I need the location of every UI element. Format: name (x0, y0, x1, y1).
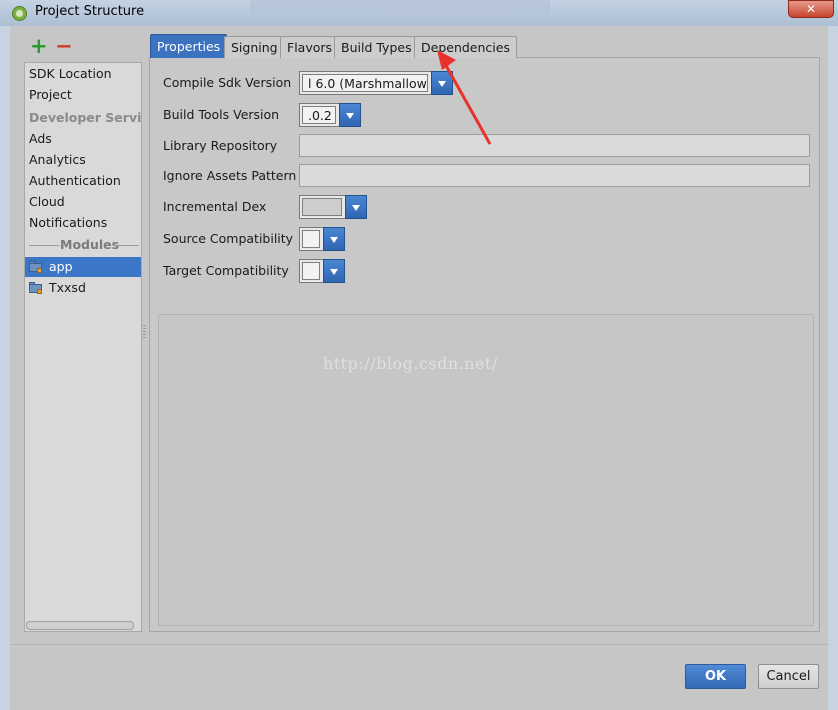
dropdown-arrow-icon[interactable] (323, 259, 345, 283)
sidebar-item-analytics[interactable]: Analytics (29, 150, 86, 170)
sidebar: SDK Location Project Developer Services … (24, 62, 142, 632)
sidebar-item-authentication[interactable]: Authentication (29, 171, 121, 191)
build-tools-combo[interactable]: .0.2 (299, 103, 361, 127)
divider (29, 245, 59, 246)
background-window-strip (250, 0, 550, 14)
dropdown-arrow-icon[interactable] (345, 195, 367, 219)
android-app-icon (12, 6, 27, 21)
source-compat-combo[interactable] (299, 227, 345, 251)
incremental-dex-combo[interactable] (299, 195, 367, 219)
sidebar-header-developer-services: Developer Services (29, 110, 142, 125)
sidebar-item-sdk-location[interactable]: SDK Location (29, 64, 112, 84)
watermark: http://blog.csdn.net/ (323, 354, 498, 373)
ignore-assets-field[interactable] (299, 164, 810, 187)
folder-module-icon (29, 261, 43, 273)
sidebar-item-notifications[interactable]: Notifications (29, 213, 107, 233)
sidebar-horizontal-scrollbar[interactable] (26, 621, 134, 630)
sidebar-item-project[interactable]: Project (29, 85, 72, 105)
sidebar-item-cloud[interactable]: Cloud (29, 192, 65, 212)
sidebar-module-txxsd[interactable]: Txxsd (25, 278, 141, 298)
module-label: Txxsd (49, 280, 86, 295)
build-tools-value: .0.2 (302, 106, 336, 124)
splitter-handle[interactable] (143, 325, 146, 339)
footer-divider (10, 644, 828, 645)
tab-build-types[interactable]: Build Types (334, 36, 419, 58)
source-compat-value (302, 230, 320, 248)
sidebar-module-app[interactable]: app (25, 257, 141, 277)
dropdown-arrow-icon[interactable] (339, 103, 361, 127)
window-frame-left (0, 26, 10, 710)
module-label: app (49, 259, 73, 274)
ignore-assets-label: Ignore Assets Pattern (163, 168, 297, 183)
add-module-button[interactable]: + (30, 36, 48, 57)
tab-signing[interactable]: Signing (224, 36, 285, 58)
add-icon: + (30, 34, 48, 58)
sidebar-header-modules: Modules (60, 237, 120, 252)
folder-module-icon (29, 282, 43, 294)
library-repository-label: Library Repository (163, 138, 278, 153)
window-frame-right (828, 26, 838, 710)
tab-flavors[interactable]: Flavors (280, 36, 340, 58)
target-compat-combo[interactable] (299, 259, 345, 283)
remove-module-button[interactable]: − (55, 36, 73, 57)
library-repository-field[interactable] (299, 134, 810, 157)
remove-icon: − (55, 34, 73, 58)
incremental-dex-value (302, 198, 342, 216)
target-compat-value (302, 262, 320, 280)
tab-properties[interactable]: Properties (150, 34, 228, 58)
source-compat-label: Source Compatibility (163, 231, 294, 246)
divider (113, 245, 139, 246)
close-icon: ✕ (805, 2, 817, 16)
sidebar-item-ads[interactable]: Ads (29, 129, 52, 149)
ok-button[interactable]: OK (685, 664, 746, 689)
compile-sdk-label: Compile Sdk Version (163, 75, 292, 90)
build-tools-label: Build Tools Version (163, 107, 280, 122)
compile-sdk-value: l 6.0 (Marshmallow) (302, 74, 428, 92)
dropdown-arrow-icon[interactable] (323, 227, 345, 251)
window-title: Project Structure (35, 4, 145, 19)
cancel-button[interactable]: Cancel (758, 664, 819, 689)
annotation-arrow (437, 50, 492, 145)
target-compat-label: Target Compatibility (163, 263, 289, 278)
incremental-dex-label: Incremental Dex (163, 199, 267, 214)
annotation-arrow-shaft (442, 61, 492, 145)
close-button[interactable]: ✕ (788, 0, 834, 18)
